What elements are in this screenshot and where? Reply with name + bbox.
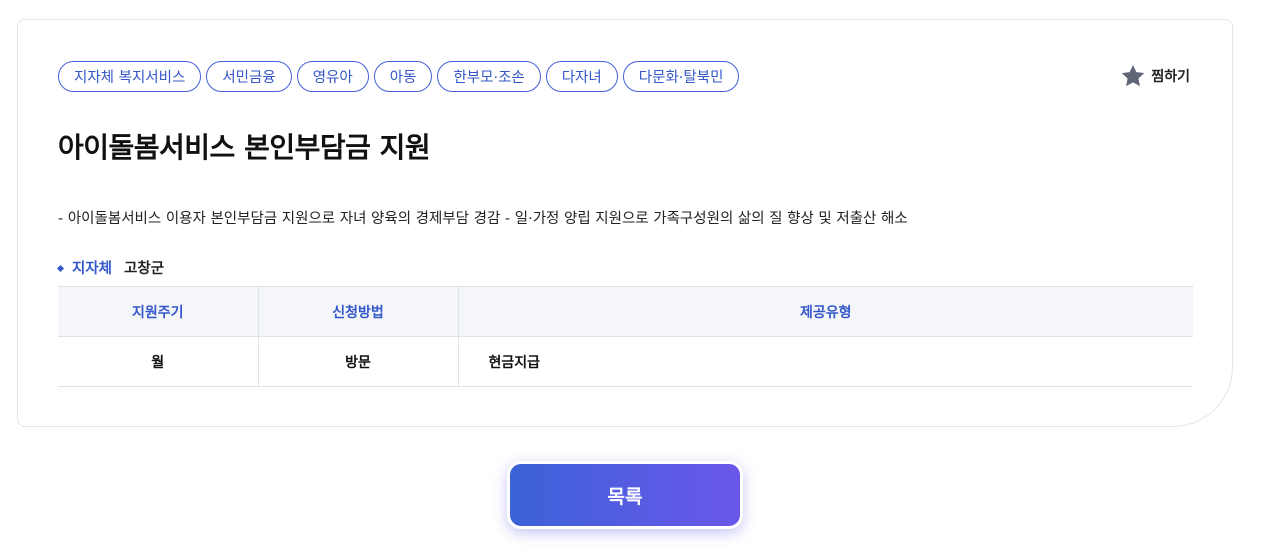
favorite-button[interactable]: 찜하기 xyxy=(1120,63,1190,89)
cell-provision-type: 현금지급 xyxy=(457,336,1193,387)
tag-single-parent[interactable]: 한부모·조손 xyxy=(437,61,541,92)
region-info: 지자체 고창군 xyxy=(56,257,165,278)
favorite-label: 찜하기 xyxy=(1151,69,1190,85)
header-provision-type: 제공유형 xyxy=(457,286,1193,337)
header-application-method: 신청방법 xyxy=(257,286,458,337)
tag-multi-child[interactable]: 다자녀 xyxy=(545,61,618,92)
tag-microfinance[interactable]: 서민금융 xyxy=(206,61,292,92)
table-row: 월 방문 현금지급 xyxy=(58,336,1193,387)
star-icon xyxy=(1122,64,1145,87)
bullet-icon xyxy=(56,264,65,272)
category-tags: 지자체 복지서비스 서민금융 영유아 아동 한부모·조손 다자녀 다문화·탈북민 xyxy=(58,61,740,92)
page-title: 아이돌봄서비스 본인부담금 지원 xyxy=(58,131,431,164)
service-detail-card: 지자체 복지서비스 서민금융 영유아 아동 한부모·조손 다자녀 다문화·탈북민… xyxy=(17,19,1233,427)
region-label: 지자체 xyxy=(72,261,113,277)
cell-support-cycle: 월 xyxy=(58,336,258,387)
service-info-table: 지원주기 신청방법 제공유형 월 방문 현금지급 xyxy=(58,286,1193,387)
service-description: - 아이돌봄서비스 이용자 본인부담금 지원으로 자녀 양육의 경제부담 경감 … xyxy=(58,211,908,227)
tag-infant[interactable]: 영유아 xyxy=(296,61,369,92)
list-button[interactable]: 목록 xyxy=(507,461,743,529)
tag-child[interactable]: 아동 xyxy=(373,61,433,92)
tag-local-welfare[interactable]: 지자체 복지서비스 xyxy=(58,61,202,92)
region-value: 고창군 xyxy=(124,261,165,277)
table-header-row: 지원주기 신청방법 제공유형 xyxy=(58,286,1193,337)
header-support-cycle: 지원주기 xyxy=(58,286,258,337)
cell-application-method: 방문 xyxy=(257,336,458,387)
tag-multicultural[interactable]: 다문화·탈북민 xyxy=(622,61,740,92)
